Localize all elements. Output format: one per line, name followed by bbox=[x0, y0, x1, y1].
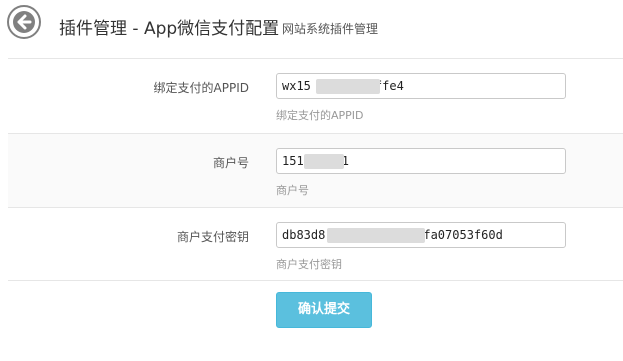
page-title: 插件管理 - App微信支付配置 bbox=[59, 19, 280, 39]
back-button[interactable] bbox=[7, 5, 41, 39]
appid-help-text: 绑定支付的APPID bbox=[276, 109, 364, 122]
submit-button[interactable]: 确认提交 bbox=[276, 292, 372, 328]
redaction-mask bbox=[327, 228, 425, 243]
page-subtitle: 网站系统插件管理 bbox=[282, 22, 379, 36]
mchid-value-prefix: 151 bbox=[282, 154, 304, 168]
appid-value-prefix: wx15 bbox=[282, 79, 311, 93]
key-input[interactable]: db83d8 fa07053f60d bbox=[276, 222, 566, 248]
redaction-mask bbox=[316, 79, 380, 94]
form-row-mchid: 商户号 151 1 商户号 bbox=[8, 133, 623, 207]
key-value-prefix: db83d8 bbox=[282, 228, 326, 242]
appid-label: 绑定支付的APPID bbox=[153, 81, 249, 95]
key-help-text: 商户支付密钥 bbox=[276, 258, 342, 271]
key-value-suffix: fa07053f60d bbox=[423, 228, 503, 242]
mchid-input[interactable]: 151 1 bbox=[276, 148, 566, 174]
form-row-key: 商户支付密钥 db83d8 fa07053f60d 商户支付密钥 bbox=[8, 207, 623, 280]
mchid-label: 商户号 bbox=[212, 156, 249, 170]
form-row-appid: 绑定支付的APPID wx15 ffe4 绑定支付的APPID bbox=[8, 58, 623, 133]
mchid-help-text: 商户号 bbox=[276, 184, 309, 197]
appid-input[interactable]: wx15 ffe4 bbox=[276, 73, 566, 99]
arrow-left-circle-icon bbox=[13, 11, 35, 33]
form-divider bbox=[8, 280, 623, 281]
redaction-mask bbox=[304, 154, 344, 169]
page-header: 插件管理 - App微信支付配置 网站系统插件管理 bbox=[0, 0, 623, 44]
key-label: 商户支付密钥 bbox=[176, 230, 249, 244]
